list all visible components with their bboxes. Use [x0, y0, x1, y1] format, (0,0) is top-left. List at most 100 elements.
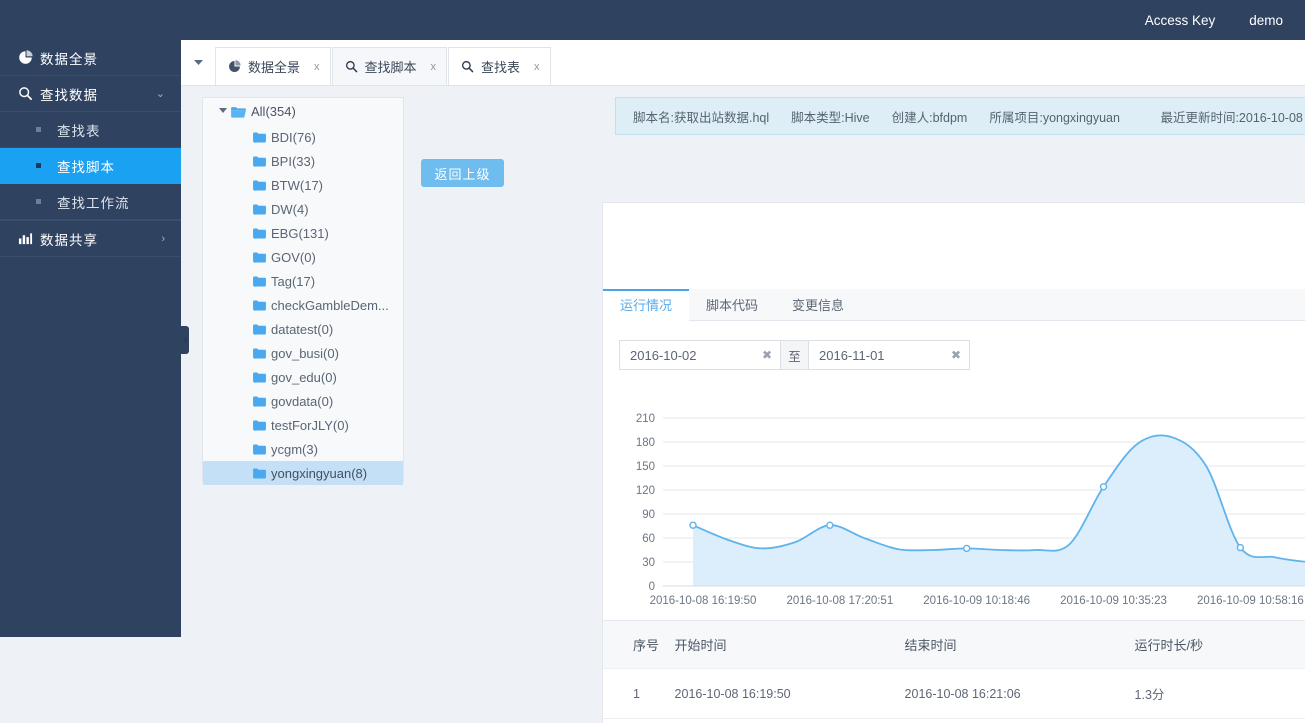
- tree-root-label: All(354): [251, 104, 296, 119]
- script-info-bar: 脚本名:获取出站数据.hql 脚本类型:Hive 创建人:bfdpm 所属项目:…: [615, 97, 1305, 135]
- access-key-link[interactable]: Access Key: [1145, 13, 1216, 28]
- tree-item-label: GOV(0): [271, 249, 316, 265]
- tab-find-script[interactable]: 查找脚本 x: [331, 47, 448, 85]
- back-button[interactable]: 返回上级: [421, 159, 504, 187]
- project-tree-panel: All(354) BDI(76) BPI(33) BTW(17) DW(4) E…: [202, 97, 404, 485]
- tree-item[interactable]: GOV(0): [203, 245, 403, 269]
- user-menu[interactable]: demo: [1249, 13, 1283, 28]
- svg-text:210: 210: [636, 413, 655, 425]
- col-duration: 运行时长/秒: [1134, 621, 1305, 669]
- run-history-table: 序号 开始时间 结束时间 运行时长/秒 操作 1 2016-10-08 16:1…: [602, 620, 1305, 723]
- pie-chart-icon: [18, 50, 40, 65]
- tree-item-label: Tag(17): [271, 273, 316, 289]
- script-detail-card: 运行情况 脚本代码 变更信息 2016-10-02 ✖ 至 2016-11-01…: [602, 202, 1305, 637]
- close-icon[interactable]: x: [431, 61, 437, 73]
- svg-text:120: 120: [636, 485, 655, 497]
- subtab-run-status[interactable]: 运行情况: [603, 289, 690, 321]
- table-row: 1 2016-10-08 16:19:50 2016-10-08 16:21:0…: [603, 668, 1305, 719]
- start-date-value: 2016-10-02: [630, 347, 697, 363]
- subtab-change-info[interactable]: 变更信息: [775, 289, 861, 320]
- tree-item[interactable]: EBG(131): [203, 221, 403, 245]
- tree-item[interactable]: govdata(0): [203, 389, 403, 413]
- tree-item-label: BPI(33): [271, 153, 316, 169]
- bar-chart-icon: [18, 231, 40, 246]
- bullet-icon: [36, 163, 41, 168]
- sidebar-label: 查找工作流: [57, 195, 130, 211]
- tree-item[interactable]: DW(4): [203, 197, 403, 221]
- workspace: All(354) BDI(76) BPI(33) BTW(17) DW(4) E…: [181, 86, 1305, 723]
- svg-text:2016-10-08 17:20:51: 2016-10-08 17:20:51: [786, 595, 893, 607]
- run-duration-chart: 时长(秒) 03060901201501802102016-10-08 16:1…: [613, 378, 1305, 618]
- svg-text:2016-10-09 10:35:23: 2016-10-09 10:35:23: [1060, 595, 1167, 607]
- sidebar-item-find-table[interactable]: 查找表: [0, 112, 181, 148]
- sidebar-label: 查找脚本: [57, 159, 115, 175]
- tree-item-label: ycgm(3): [271, 441, 318, 457]
- sidebar-collapse-handle[interactable]: [181, 326, 189, 354]
- close-icon[interactable]: x: [314, 61, 320, 73]
- sidebar-item-find-script[interactable]: 查找脚本: [0, 148, 181, 184]
- end-date-value: 2016-11-01: [819, 347, 885, 363]
- tree-item[interactable]: datatest(0): [203, 317, 403, 341]
- caret-down-icon[interactable]: [219, 107, 231, 116]
- tree-root-all[interactable]: All(354): [203, 98, 403, 125]
- tree-item-selected[interactable]: yongxingyuan(8): [203, 461, 403, 485]
- sidebar-item-data-overview[interactable]: 数据全景: [0, 40, 181, 76]
- tab-list-dropdown[interactable]: [181, 40, 215, 85]
- svg-text:0: 0: [649, 581, 655, 593]
- sidebar-label: 查找数据: [40, 87, 98, 103]
- clear-icon[interactable]: ✖: [762, 348, 772, 362]
- tab-find-table[interactable]: 查找表 x: [448, 47, 551, 85]
- folder-icon: [253, 252, 266, 263]
- folder-icon: [253, 444, 266, 455]
- end-date-input[interactable]: 2016-11-01 ✖: [808, 340, 970, 370]
- sidebar-item-data-sharing[interactable]: 数据共享 ›: [0, 221, 181, 257]
- script-project: 所属项目:yongxingyuan: [989, 110, 1120, 125]
- date-separator: 至: [781, 340, 808, 370]
- col-end-time: 结束时间: [904, 621, 1135, 669]
- folder-icon: [253, 468, 266, 479]
- svg-text:30: 30: [642, 557, 655, 569]
- chevron-left-icon: [182, 336, 187, 344]
- svg-text:60: 60: [642, 533, 655, 545]
- clear-icon[interactable]: ✖: [951, 348, 961, 362]
- folder-icon: [253, 420, 266, 431]
- folder-icon: [253, 396, 266, 407]
- tree-item[interactable]: checkGambleDem...: [203, 293, 403, 317]
- tree-item[interactable]: ycgm(3): [203, 437, 403, 461]
- sidebar-label: 数据共享: [40, 232, 98, 248]
- svg-text:2016-10-09 10:58:16: 2016-10-09 10:58:16: [1197, 595, 1304, 607]
- tree-item[interactable]: gov_busi(0): [203, 341, 403, 365]
- tree-item-label: BTW(17): [271, 177, 323, 193]
- folder-icon: [253, 204, 266, 215]
- cell-duration: 1.3分: [1134, 668, 1305, 719]
- tree-item[interactable]: Tag(17): [203, 269, 403, 293]
- tree-item-label: testForJLY(0): [271, 417, 349, 433]
- tab-data-overview[interactable]: 数据全景 x: [215, 47, 331, 85]
- pie-chart-icon: [228, 60, 241, 73]
- script-creator: 创建人:bfdpm: [891, 110, 968, 125]
- bullet-icon: [36, 127, 41, 132]
- tree-item[interactable]: testForJLY(0): [203, 413, 403, 437]
- start-date-input[interactable]: 2016-10-02 ✖: [619, 340, 781, 370]
- folder-icon: [253, 180, 266, 191]
- cell-end-time: 2016-10-08 16:21:06: [904, 668, 1135, 719]
- table-header-row: 序号 开始时间 结束时间 运行时长/秒 操作: [603, 621, 1305, 669]
- sidebar-label: 查找表: [57, 123, 101, 139]
- subtab-script-code[interactable]: 脚本代码: [689, 289, 775, 320]
- tree-item[interactable]: BPI(33): [203, 149, 403, 173]
- script-name: 脚本名:获取出站数据.hql: [633, 110, 770, 125]
- folder-icon: [253, 300, 266, 311]
- search-icon: [18, 86, 40, 101]
- bullet-icon: [36, 199, 41, 204]
- svg-text:150: 150: [636, 461, 655, 473]
- tree-item-label: gov_busi(0): [271, 345, 339, 361]
- sidebar-nav: 数据全景 查找数据 ⌄ 查找表 查找脚本 查找工作流 数据共享 ›: [0, 40, 181, 637]
- sidebar-item-find-workflow[interactable]: 查找工作流: [0, 184, 181, 220]
- sidebar-item-find-data[interactable]: 查找数据 ⌄: [0, 76, 181, 112]
- chevron-down-icon: [193, 59, 203, 65]
- chart-canvas: 0 30 60 90 120 150 180 210 2016-10-08 16:19:50 20…: [636, 413, 1305, 607]
- close-icon[interactable]: x: [534, 61, 540, 73]
- tree-item[interactable]: BTW(17): [203, 173, 403, 197]
- tree-item[interactable]: gov_edu(0): [203, 365, 403, 389]
- tree-item[interactable]: BDI(76): [203, 125, 403, 149]
